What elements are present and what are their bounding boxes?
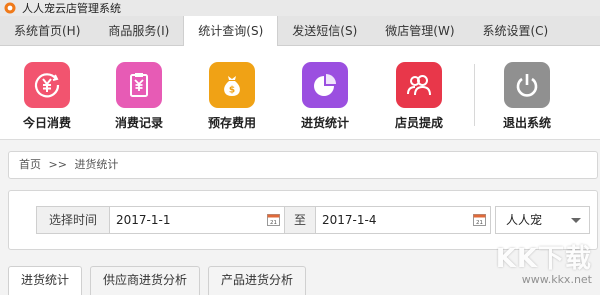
select-time-label: 选择时间 <box>36 206 110 234</box>
tab-product-analysis[interactable]: 产品进货分析 <box>208 266 307 295</box>
breadcrumb-separator: >> <box>48 158 67 171</box>
purchase-statistics-button[interactable]: 进货统计 <box>290 62 360 131</box>
exit-system-label: 退出系统 <box>502 116 551 130</box>
to-label: 至 <box>284 206 316 234</box>
store-select-value: 人人宠 <box>506 213 543 227</box>
svg-text:21: 21 <box>476 220 483 226</box>
power-icon <box>504 62 550 108</box>
breadcrumb-home-link[interactable]: 首页 <box>19 158 41 171</box>
menu-tab-micro-store[interactable]: 微店管理(W) <box>371 16 468 46</box>
svg-text:$: $ <box>229 86 235 96</box>
today-consumption-button[interactable]: 今日消费 <box>12 62 82 131</box>
report-tabs: 进货统计 供应商进货分析 产品进货分析 <box>8 266 314 295</box>
receipt-icon <box>116 62 162 108</box>
consumption-record-button[interactable]: 消费记录 <box>104 62 174 131</box>
start-date-input[interactable]: 2017-1-1 21 <box>109 206 285 234</box>
end-date-input[interactable]: 2017-1-4 21 <box>315 206 491 234</box>
consumption-record-label: 消费记录 <box>114 116 163 130</box>
menu-tab-settings[interactable]: 系统设置(C) <box>469 16 563 46</box>
pie-chart-icon <box>302 62 348 108</box>
money-bag-icon: $ <box>209 62 255 108</box>
window-title: 人人宠云店管理系统 <box>22 2 121 15</box>
app-logo-icon <box>4 2 16 14</box>
staff-commission-button[interactable]: 店员提成 <box>384 62 454 131</box>
yen-circle-icon <box>24 62 70 108</box>
menu-tab-home[interactable]: 系统首页(H) <box>0 16 94 46</box>
calendar-icon[interactable]: 21 <box>473 213 486 226</box>
menu-tab-statistics[interactable]: 统计查询(S) <box>183 16 279 47</box>
menu-tab-goods-service[interactable]: 商品服务(I) <box>94 16 183 46</box>
purchase-statistics-label: 进货统计 <box>300 116 349 130</box>
breadcrumb-current: 进货统计 <box>74 158 119 171</box>
breadcrumb: 首页 >> 进货统计 <box>8 151 598 179</box>
main-menu-bar: 系统首页(H) 商品服务(I) 统计查询(S) 发送短信(S) 微店管理(W) … <box>0 16 600 47</box>
prepaid-fee-button[interactable]: $ 预存费用 <box>197 62 267 131</box>
calendar-icon[interactable]: 21 <box>267 213 280 226</box>
staff-commission-label: 店员提成 <box>394 116 443 130</box>
toolbar: 今日消费 消费记录 $ 预存费用 进货统计 店员提成 退出系统 <box>0 46 600 140</box>
chevron-down-icon <box>571 218 581 223</box>
today-consumption-label: 今日消费 <box>22 116 71 130</box>
title-bar: 人人宠云店管理系统 <box>0 0 600 16</box>
watermark-logo: KK下载 <box>495 244 592 274</box>
watermark: KK下载 www.kkx.net <box>496 238 592 286</box>
svg-text:21: 21 <box>270 220 277 226</box>
end-date-value: 2017-1-4 <box>322 213 377 227</box>
menu-tab-sms[interactable]: 发送短信(S) <box>278 16 371 46</box>
store-select[interactable]: 人人宠 <box>495 206 590 234</box>
toolbar-divider <box>474 64 475 126</box>
tab-supplier-analysis[interactable]: 供应商进货分析 <box>90 266 201 295</box>
users-icon <box>396 62 442 108</box>
tab-purchase-statistics[interactable]: 进货统计 <box>8 266 83 295</box>
start-date-value: 2017-1-1 <box>116 213 171 227</box>
prepaid-fee-label: 预存费用 <box>207 116 256 130</box>
exit-system-button[interactable]: 退出系统 <box>492 62 562 131</box>
